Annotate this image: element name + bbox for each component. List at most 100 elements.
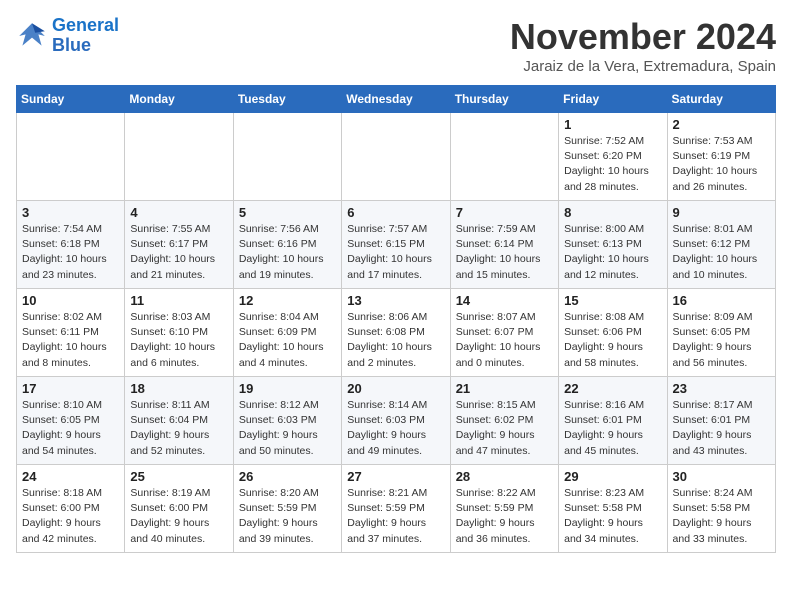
day-info: Sunrise: 8:01 AMSunset: 6:12 PMDaylight:… — [673, 222, 770, 283]
day-info: Sunrise: 8:19 AMSunset: 6:00 PMDaylight:… — [130, 486, 227, 547]
day-info: Sunrise: 8:03 AMSunset: 6:10 PMDaylight:… — [130, 310, 227, 371]
day-number: 4 — [130, 205, 227, 220]
logo: General Blue — [16, 16, 119, 56]
page-header: General Blue November 2024 Jaraiz de la … — [16, 16, 776, 75]
day-info: Sunrise: 7:57 AMSunset: 6:15 PMDaylight:… — [347, 222, 444, 283]
day-info: Sunrise: 8:18 AMSunset: 6:00 PMDaylight:… — [22, 486, 119, 547]
empty-day — [17, 113, 125, 201]
day-number: 27 — [347, 469, 444, 484]
location: Jaraiz de la Vera, Extremadura, Spain — [510, 58, 776, 75]
calendar-day: 12Sunrise: 8:04 AMSunset: 6:09 PMDayligh… — [233, 289, 341, 377]
calendar-day: 13 Sunrise: 8:06 AMSunset: 6:08 PMDayligh… — [342, 289, 450, 377]
calendar-day: 18 Sunrise: 8:11 AMSunset: 6:04 PMDayligh… — [125, 377, 233, 465]
day-number: 5 — [239, 205, 336, 220]
day-info: Sunrise: 8:09 AMSunset: 6:05 PMDaylight:… — [673, 310, 770, 371]
calendar-day: 28 Sunrise: 8:22 AMSunset: 5:59 PMDayligh… — [450, 465, 558, 553]
day-info: Sunrise: 8:12 AMSunset: 6:03 PMDaylight:… — [239, 398, 336, 459]
day-number: 6 — [347, 205, 444, 220]
day-info: Sunrise: 8:15 AMSunset: 6:02 PMDaylight:… — [456, 398, 553, 459]
empty-day — [450, 113, 558, 201]
day-number: 29 — [564, 469, 661, 484]
day-info: Sunrise: 8:07 AMSunset: 6:07 PMDaylight:… — [456, 310, 553, 371]
empty-day — [125, 113, 233, 201]
calendar-day: 9 Sunrise: 8:01 AMSunset: 6:12 PMDaylight… — [667, 201, 775, 289]
day-info: Sunrise: 8:23 AMSunset: 5:58 PMDaylight:… — [564, 486, 661, 547]
day-info: Sunrise: 7:55 AMSunset: 6:17 PMDaylight:… — [130, 222, 227, 283]
calendar-day: 3Sunrise: 7:54 AMSunset: 6:18 PMDaylight… — [17, 201, 125, 289]
day-info: Sunrise: 8:21 AMSunset: 5:59 PMDaylight:… — [347, 486, 444, 547]
day-number: 9 — [673, 205, 770, 220]
day-info: Sunrise: 8:10 AMSunset: 6:05 PMDaylight:… — [22, 398, 119, 459]
day-number: 11 — [130, 293, 227, 308]
day-info: Sunrise: 8:17 AMSunset: 6:01 PMDaylight:… — [673, 398, 770, 459]
calendar-day: 24 Sunrise: 8:18 AMSunset: 6:00 PMDayligh… — [17, 465, 125, 553]
weekday-header: Wednesday — [342, 86, 450, 113]
calendar-day: 10 Sunrise: 8:02 AMSunset: 6:11 PMDayligh… — [17, 289, 125, 377]
day-info: Sunrise: 8:11 AMSunset: 6:04 PMDaylight:… — [130, 398, 227, 459]
logo-icon — [16, 20, 48, 52]
day-number: 16 — [673, 293, 770, 308]
empty-day — [342, 113, 450, 201]
calendar-day: 17 Sunrise: 8:10 AMSunset: 6:05 PMDayligh… — [17, 377, 125, 465]
weekday-header: Friday — [559, 86, 667, 113]
day-info: Sunrise: 7:53 AMSunset: 6:19 PMDaylight:… — [673, 134, 770, 195]
day-number: 15 — [564, 293, 661, 308]
day-info: Sunrise: 8:24 AMSunset: 5:58 PMDaylight:… — [673, 486, 770, 547]
day-number: 1 — [564, 117, 661, 132]
empty-day — [233, 113, 341, 201]
calendar-day: 1 Sunrise: 7:52 AMSunset: 6:20 PMDaylight… — [559, 113, 667, 201]
calendar-day: 22 Sunrise: 8:16 AMSunset: 6:01 PMDayligh… — [559, 377, 667, 465]
day-info: Sunrise: 8:04 AMSunset: 6:09 PMDaylight:… — [239, 310, 336, 371]
calendar-day: 27 Sunrise: 8:21 AMSunset: 5:59 PMDayligh… — [342, 465, 450, 553]
day-number: 23 — [673, 381, 770, 396]
day-info: Sunrise: 8:02 AMSunset: 6:11 PMDaylight:… — [22, 310, 119, 371]
calendar-day: 5 Sunrise: 7:56 AMSunset: 6:16 PMDaylight… — [233, 201, 341, 289]
day-number: 30 — [673, 469, 770, 484]
day-info: Sunrise: 7:52 AMSunset: 6:20 PMDaylight:… — [564, 134, 661, 195]
calendar-day: 2 Sunrise: 7:53 AMSunset: 6:19 PMDaylight… — [667, 113, 775, 201]
day-info: Sunrise: 8:22 AMSunset: 5:59 PMDaylight:… — [456, 486, 553, 547]
day-number: 2 — [673, 117, 770, 132]
calendar-day: 16 Sunrise: 8:09 AMSunset: 6:05 PMDayligh… — [667, 289, 775, 377]
day-number: 18 — [130, 381, 227, 396]
calendar-day: 30 Sunrise: 8:24 AMSunset: 5:58 PMDayligh… — [667, 465, 775, 553]
day-number: 14 — [456, 293, 553, 308]
calendar-day: 20 Sunrise: 8:14 AMSunset: 6:03 PMDayligh… — [342, 377, 450, 465]
calendar-day: 14 Sunrise: 8:07 AMSunset: 6:07 PMDayligh… — [450, 289, 558, 377]
day-number: 17 — [22, 381, 119, 396]
weekday-header: Sunday — [17, 86, 125, 113]
weekday-header: Tuesday — [233, 86, 341, 113]
weekday-header: Monday — [125, 86, 233, 113]
weekday-header: Thursday — [450, 86, 558, 113]
calendar-day: 7 Sunrise: 7:59 AMSunset: 6:14 PMDaylight… — [450, 201, 558, 289]
day-number: 19 — [239, 381, 336, 396]
day-number: 25 — [130, 469, 227, 484]
calendar-day: 26Sunrise: 8:20 AMSunset: 5:59 PMDayligh… — [233, 465, 341, 553]
calendar-day: 15Sunrise: 8:08 AMSunset: 6:06 PMDayligh… — [559, 289, 667, 377]
month-title: November 2024 — [510, 16, 776, 58]
calendar-day: 21 Sunrise: 8:15 AMSunset: 6:02 PMDayligh… — [450, 377, 558, 465]
day-info: Sunrise: 8:16 AMSunset: 6:01 PMDaylight:… — [564, 398, 661, 459]
day-number: 10 — [22, 293, 119, 308]
day-number: 22 — [564, 381, 661, 396]
calendar-day: 23 Sunrise: 8:17 AMSunset: 6:01 PMDayligh… — [667, 377, 775, 465]
day-info: Sunrise: 8:06 AMSunset: 6:08 PMDaylight:… — [347, 310, 444, 371]
weekday-header: Saturday — [667, 86, 775, 113]
day-number: 21 — [456, 381, 553, 396]
day-info: Sunrise: 8:14 AMSunset: 6:03 PMDaylight:… — [347, 398, 444, 459]
calendar-day: 19 Sunrise: 8:12 AMSunset: 6:03 PMDayligh… — [233, 377, 341, 465]
day-number: 20 — [347, 381, 444, 396]
calendar-day: 11 Sunrise: 8:03 AMSunset: 6:10 PMDayligh… — [125, 289, 233, 377]
day-info: Sunrise: 7:59 AMSunset: 6:14 PMDaylight:… — [456, 222, 553, 283]
day-number: 28 — [456, 469, 553, 484]
logo-text: General Blue — [52, 16, 119, 56]
day-number: 7 — [456, 205, 553, 220]
calendar-day: 4 Sunrise: 7:55 AMSunset: 6:17 PMDaylight… — [125, 201, 233, 289]
calendar-day: 8Sunrise: 8:00 AMSunset: 6:13 PMDaylight… — [559, 201, 667, 289]
day-number: 24 — [22, 469, 119, 484]
calendar-day: 6 Sunrise: 7:57 AMSunset: 6:15 PMDaylight… — [342, 201, 450, 289]
calendar-table: SundayMondayTuesdayWednesdayThursdayFrid… — [16, 85, 776, 553]
day-number: 13 — [347, 293, 444, 308]
day-info: Sunrise: 7:56 AMSunset: 6:16 PMDaylight:… — [239, 222, 336, 283]
day-number: 3 — [22, 205, 119, 220]
